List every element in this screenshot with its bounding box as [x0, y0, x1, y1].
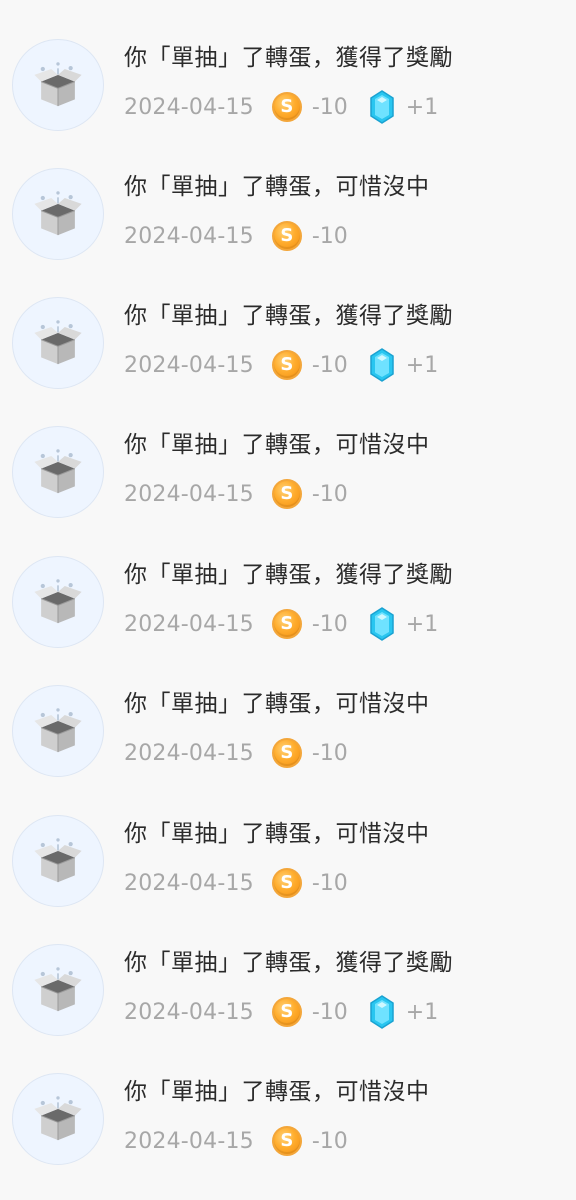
- activity-date: 2024-04-15: [124, 870, 254, 896]
- activity-title: 你「單抽」了轉蛋，可惜沒中: [124, 1079, 430, 1105]
- open-box-icon: [34, 579, 82, 624]
- gem-delta: +1: [405, 999, 439, 1025]
- avatar: [12, 297, 104, 389]
- coin-delta: -10: [311, 352, 348, 378]
- open-box-icon: [34, 320, 82, 365]
- avatar: [12, 1073, 104, 1165]
- activity-meta: 2024-04-15 S -10 +1: [124, 607, 439, 641]
- avatar: [12, 39, 104, 131]
- coin-icon: S: [271, 221, 302, 251]
- activity-date: 2024-04-15: [124, 999, 254, 1025]
- activity-meta: 2024-04-15 S -10 +1: [124, 348, 439, 382]
- open-box-icon: [34, 62, 82, 107]
- coin-delta: -10: [311, 870, 348, 896]
- coin-icon: S: [271, 609, 302, 639]
- activity-meta: 2024-04-15 S -10: [124, 737, 348, 769]
- open-box-icon: [34, 191, 82, 236]
- open-box-icon: [34, 708, 82, 753]
- activity-title: 你「單抽」了轉蛋，可惜沒中: [124, 821, 430, 847]
- coin-icon: S: [271, 92, 302, 122]
- open-box-icon: [34, 449, 82, 494]
- list-item: 你「單抽」了轉蛋，可惜沒中 2024-04-15 S -10: [0, 685, 576, 785]
- coin-delta: -10: [311, 223, 348, 249]
- list-item: 你「單抽」了轉蛋，獲得了獎勵 2024-04-15 S -10 +1: [0, 297, 576, 397]
- coin-icon: S: [271, 1126, 302, 1156]
- list-item: 你「單抽」了轉蛋，可惜沒中 2024-04-15 S -10: [0, 168, 576, 268]
- coin-delta: -10: [311, 611, 348, 637]
- coin-delta: -10: [311, 94, 348, 120]
- list-item: 你「單抽」了轉蛋，獲得了獎勵 2024-04-15 S -10 +1: [0, 944, 576, 1044]
- gem-icon: [368, 90, 396, 124]
- avatar: [12, 426, 104, 518]
- activity-date: 2024-04-15: [124, 611, 254, 637]
- coin-icon: S: [271, 997, 302, 1027]
- open-box-icon: [34, 838, 82, 883]
- activity-title: 你「單抽」了轉蛋，獲得了獎勵: [124, 303, 453, 329]
- activity-date: 2024-04-15: [124, 740, 254, 766]
- activity-title: 你「單抽」了轉蛋，可惜沒中: [124, 691, 430, 717]
- avatar: [12, 556, 104, 648]
- activity-meta: 2024-04-15 S -10 +1: [124, 995, 439, 1029]
- activity-date: 2024-04-15: [124, 94, 254, 120]
- open-box-icon: [34, 1096, 82, 1141]
- gem-delta: +1: [405, 611, 439, 637]
- coin-icon: S: [271, 868, 302, 898]
- gacha-history-list: 你「單抽」了轉蛋，獲得了獎勵 2024-04-15 S -10 +1 你「單抽」…: [0, 0, 576, 1200]
- activity-date: 2024-04-15: [124, 1128, 254, 1154]
- activity-date: 2024-04-15: [124, 223, 254, 249]
- activity-title: 你「單抽」了轉蛋，獲得了獎勵: [124, 950, 453, 976]
- activity-meta: 2024-04-15 S -10: [124, 867, 348, 899]
- coin-icon: S: [271, 350, 302, 380]
- activity-title: 你「單抽」了轉蛋，獲得了獎勵: [124, 45, 453, 71]
- coin-delta: -10: [311, 999, 348, 1025]
- list-item: 你「單抽」了轉蛋，獲得了獎勵 2024-04-15 S -10 +1: [0, 39, 576, 139]
- list-item: 你「單抽」了轉蛋，可惜沒中 2024-04-15 S -10: [0, 1073, 576, 1173]
- activity-meta: 2024-04-15 S -10 +1: [124, 90, 439, 124]
- activity-meta: 2024-04-15 S -10: [124, 220, 348, 252]
- gem-icon: [368, 348, 396, 382]
- coin-delta: -10: [311, 481, 348, 507]
- activity-title: 你「單抽」了轉蛋，可惜沒中: [124, 432, 430, 458]
- gem-icon: [368, 995, 396, 1029]
- gem-delta: +1: [405, 352, 439, 378]
- list-item: 你「單抽」了轉蛋，可惜沒中 2024-04-15 S -10: [0, 426, 576, 526]
- gem-icon: [368, 607, 396, 641]
- activity-date: 2024-04-15: [124, 352, 254, 378]
- coin-icon: S: [271, 479, 302, 509]
- avatar: [12, 168, 104, 260]
- activity-date: 2024-04-15: [124, 481, 254, 507]
- list-item: 你「單抽」了轉蛋，獲得了獎勵 2024-04-15 S -10 +1: [0, 556, 576, 656]
- gem-delta: +1: [405, 94, 439, 120]
- avatar: [12, 685, 104, 777]
- activity-title: 你「單抽」了轉蛋，可惜沒中: [124, 174, 430, 200]
- avatar: [12, 815, 104, 907]
- avatar: [12, 944, 104, 1036]
- open-box-icon: [34, 967, 82, 1012]
- activity-meta: 2024-04-15 S -10: [124, 1125, 348, 1157]
- activity-title: 你「單抽」了轉蛋，獲得了獎勵: [124, 562, 453, 588]
- coin-icon: S: [271, 738, 302, 768]
- coin-delta: -10: [311, 1128, 348, 1154]
- activity-meta: 2024-04-15 S -10: [124, 478, 348, 510]
- coin-delta: -10: [311, 740, 348, 766]
- list-item: 你「單抽」了轉蛋，可惜沒中 2024-04-15 S -10: [0, 815, 576, 915]
